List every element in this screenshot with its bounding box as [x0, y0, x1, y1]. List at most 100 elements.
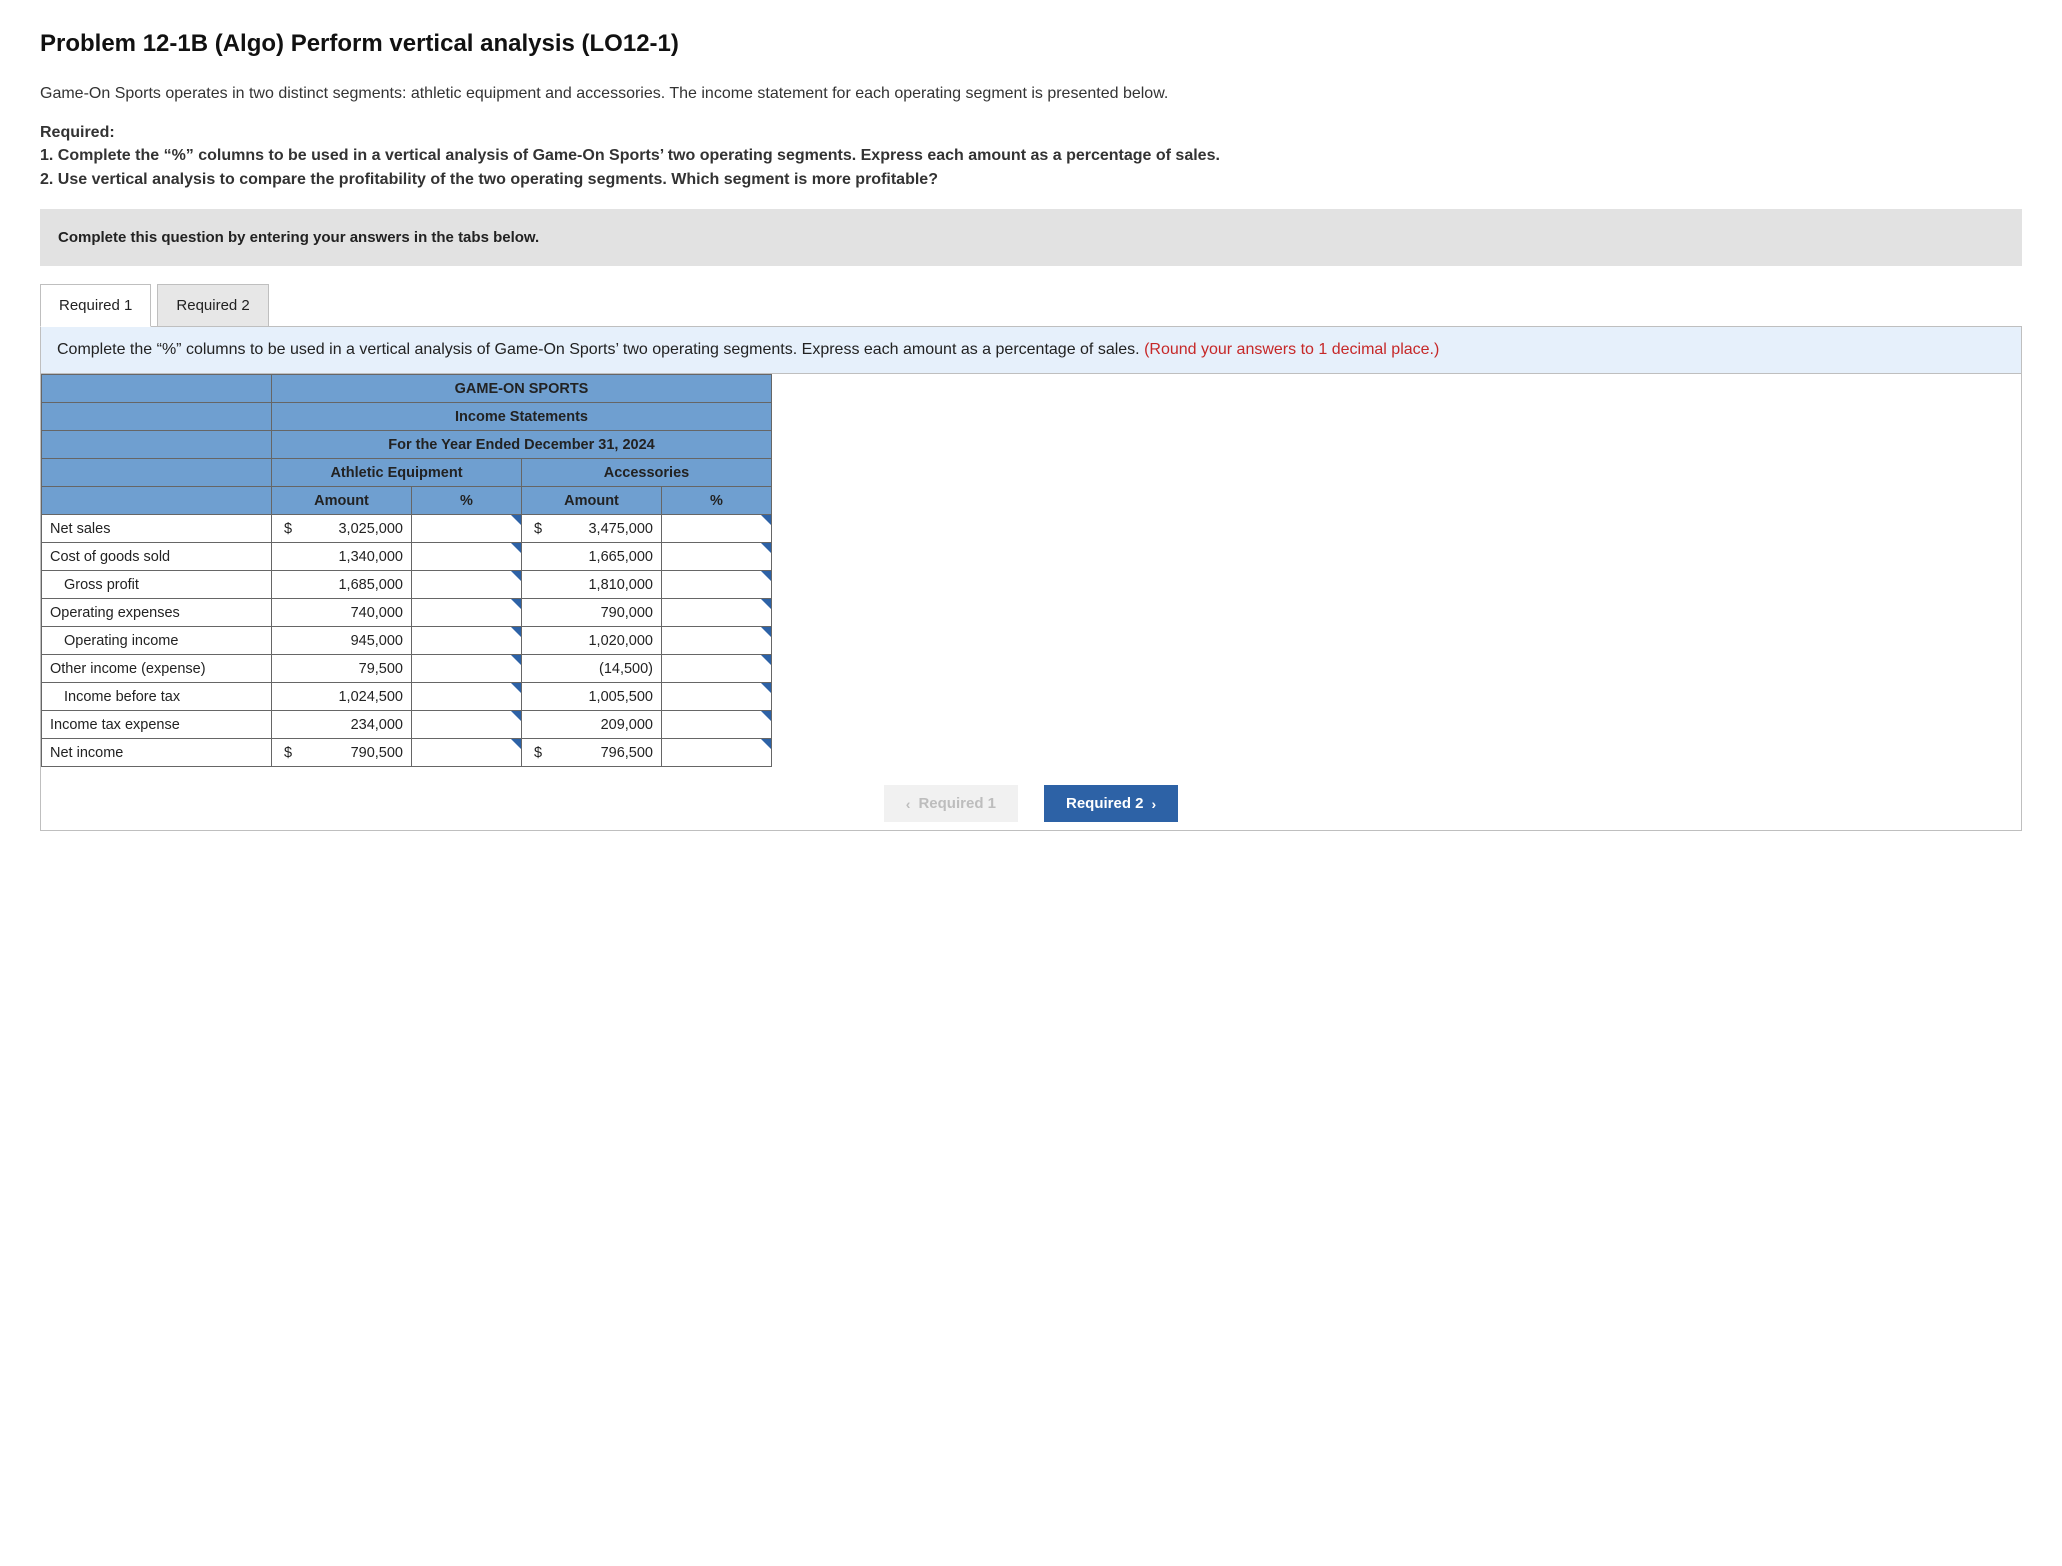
- amount-cell-seg2: 1,665,000: [522, 543, 662, 571]
- amount-cell-seg2: 1,810,000: [522, 571, 662, 599]
- problem-body: Game-On Sports operates in two distinct …: [40, 82, 2022, 191]
- pct-input-seg1[interactable]: [412, 515, 522, 543]
- pct-input-seg2[interactable]: [662, 739, 772, 767]
- pct-field[interactable]: [412, 655, 521, 682]
- amount-cell-seg1: 1,024,500: [272, 683, 412, 711]
- prev-button: ‹ Required 1: [884, 785, 1018, 822]
- instruction-bar: Complete this question by entering your …: [40, 209, 2022, 266]
- pct-input-seg2[interactable]: [662, 599, 772, 627]
- pct-field[interactable]: [662, 543, 771, 570]
- tab-required-2[interactable]: Required 2: [157, 284, 268, 327]
- row-label: Net sales: [42, 515, 272, 543]
- tab-required-1[interactable]: Required 1: [40, 284, 151, 327]
- col-pct-2: %: [662, 487, 772, 515]
- pct-field[interactable]: [662, 739, 771, 766]
- row-label: Operating income: [42, 627, 272, 655]
- table-row: Net sales$3,025,000 $3,475,000: [42, 515, 772, 543]
- pct-input-seg2[interactable]: [662, 683, 772, 711]
- pct-input-seg2[interactable]: [662, 571, 772, 599]
- pct-input-seg1[interactable]: [412, 627, 522, 655]
- row-label: Income tax expense: [42, 711, 272, 739]
- amount-cell-seg2: 209,000: [522, 711, 662, 739]
- page-title: Problem 12-1B (Algo) Perform vertical an…: [40, 30, 2022, 58]
- amount-cell-seg2: 1,005,500: [522, 683, 662, 711]
- next-button-label: Required 2: [1066, 795, 1144, 812]
- company-header: GAME-ON SPORTS: [272, 375, 772, 403]
- input-marker-icon: [761, 627, 771, 637]
- prev-button-label: Required 1: [918, 795, 996, 812]
- pct-input-seg1[interactable]: [412, 683, 522, 711]
- pct-field[interactable]: [662, 711, 771, 738]
- amount-cell-seg1: 234,000: [272, 711, 412, 739]
- pct-field[interactable]: [662, 627, 771, 654]
- input-marker-icon: [511, 655, 521, 665]
- row-label: Cost of goods sold: [42, 543, 272, 571]
- pct-input-seg2[interactable]: [662, 655, 772, 683]
- input-marker-icon: [761, 571, 771, 581]
- pct-input-seg1[interactable]: [412, 599, 522, 627]
- input-marker-icon: [511, 543, 521, 553]
- input-marker-icon: [761, 711, 771, 721]
- intro-text: Game-On Sports operates in two distinct …: [40, 82, 2022, 105]
- table-row: Operating income945,000 1,020,000: [42, 627, 772, 655]
- amount-cell-seg2: $3,475,000: [522, 515, 662, 543]
- segment-2-header: Accessories: [522, 459, 772, 487]
- col-amount-1: Amount: [272, 487, 412, 515]
- input-marker-icon: [511, 711, 521, 721]
- statement-header: Income Statements: [272, 403, 772, 431]
- nav-row: ‹ Required 1 Required 2 ›: [41, 767, 2021, 830]
- amount-cell-seg1: $3,025,000: [272, 515, 412, 543]
- table-row: Income tax expense234,000 209,000: [42, 711, 772, 739]
- amount-cell-seg1: 1,340,000: [272, 543, 412, 571]
- amount-cell-seg1: 1,685,000: [272, 571, 412, 599]
- pct-input-seg1[interactable]: [412, 739, 522, 767]
- pct-input-seg2[interactable]: [662, 515, 772, 543]
- input-marker-icon: [511, 571, 521, 581]
- row-label: Other income (expense): [42, 655, 272, 683]
- pct-field[interactable]: [412, 627, 521, 654]
- pct-field[interactable]: [412, 571, 521, 598]
- pct-input-seg2[interactable]: [662, 711, 772, 739]
- pct-field[interactable]: [412, 599, 521, 626]
- pct-input-seg1[interactable]: [412, 655, 522, 683]
- input-marker-icon: [761, 515, 771, 525]
- pct-field[interactable]: [662, 655, 771, 682]
- row-label: Operating expenses: [42, 599, 272, 627]
- input-marker-icon: [761, 739, 771, 749]
- tab-panel-required-1: Complete the “%” columns to be used in a…: [40, 326, 2022, 831]
- next-button[interactable]: Required 2 ›: [1044, 785, 1178, 822]
- pct-field[interactable]: [412, 683, 521, 710]
- segment-1-header: Athletic Equipment: [272, 459, 522, 487]
- pct-input-seg2[interactable]: [662, 543, 772, 571]
- panel-instruction-main: Complete the “%” columns to be used in a…: [57, 341, 1144, 358]
- pct-field[interactable]: [412, 711, 521, 738]
- row-label: Income before tax: [42, 683, 272, 711]
- pct-field[interactable]: [662, 599, 771, 626]
- chevron-left-icon: ‹: [906, 796, 911, 812]
- table-row: Gross profit1,685,000 1,810,000: [42, 571, 772, 599]
- table-row: Operating expenses740,000790,000: [42, 599, 772, 627]
- pct-input-seg1[interactable]: [412, 543, 522, 571]
- row-label: Net income: [42, 739, 272, 767]
- pct-field[interactable]: [662, 515, 771, 542]
- col-amount-2: Amount: [522, 487, 662, 515]
- pct-field[interactable]: [412, 515, 521, 542]
- table-row: Other income (expense)79,500(14,500): [42, 655, 772, 683]
- pct-field[interactable]: [662, 571, 771, 598]
- pct-input-seg1[interactable]: [412, 711, 522, 739]
- row-label: Gross profit: [42, 571, 272, 599]
- requirement-1-text: 1. Complete the “%” columns to be used i…: [40, 144, 2022, 167]
- amount-cell-seg2: 1,020,000: [522, 627, 662, 655]
- table-row: Net income$790,500$796,500: [42, 739, 772, 767]
- required-label: Required:: [40, 124, 115, 141]
- pct-field[interactable]: [412, 739, 521, 766]
- pct-input-seg2[interactable]: [662, 627, 772, 655]
- pct-input-seg1[interactable]: [412, 571, 522, 599]
- panel-instruction: Complete the “%” columns to be used in a…: [41, 327, 2021, 374]
- pct-field[interactable]: [662, 683, 771, 710]
- input-marker-icon: [511, 515, 521, 525]
- tab-row: Required 1 Required 2: [40, 284, 2022, 327]
- amount-cell-seg1: 740,000: [272, 599, 412, 627]
- pct-field[interactable]: [412, 543, 521, 570]
- amount-cell-seg1: 945,000: [272, 627, 412, 655]
